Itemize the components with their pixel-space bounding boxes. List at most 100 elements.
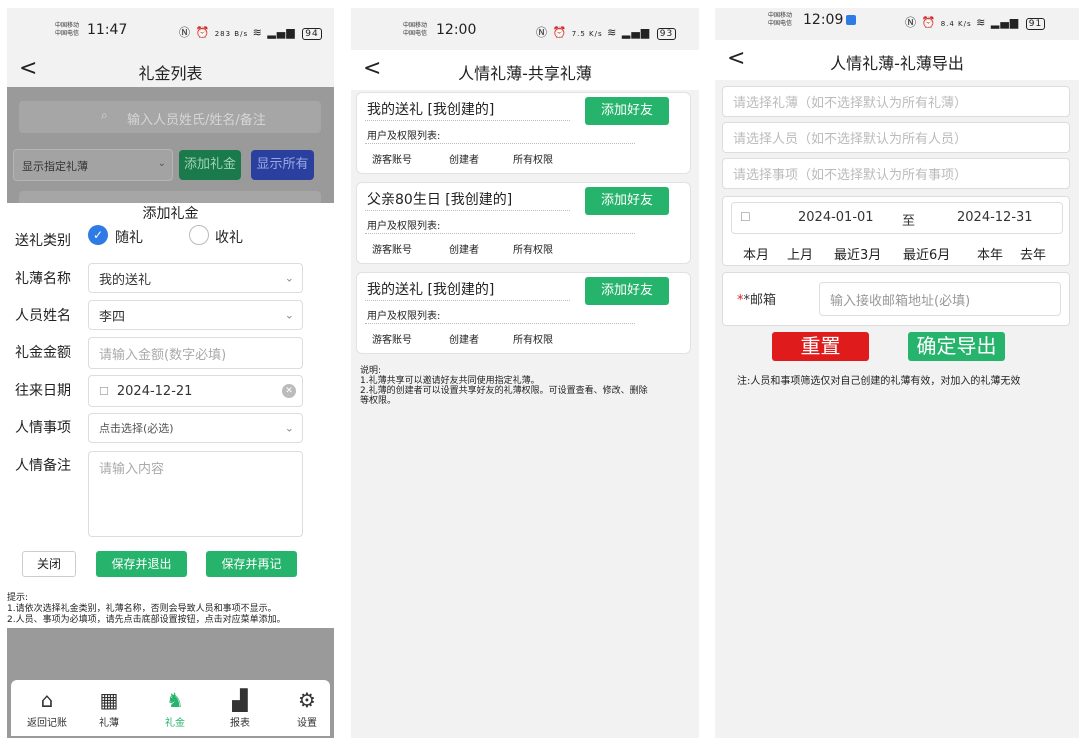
status-icons: Ⓝ ⏰ 8.4 K/s ≋ ▂▄▆ 91 xyxy=(905,14,1046,30)
permission-col: 所有权限 xyxy=(513,155,553,166)
radio-give-checked-icon[interactable]: ✓ xyxy=(88,225,108,245)
page-title: 人情礼薄-礼薄导出 xyxy=(830,54,964,73)
add-gift-money-button[interactable]: 添加礼金 xyxy=(179,150,241,180)
permission-list-label: 用户及权限列表: xyxy=(367,131,441,142)
person-select[interactable]: 李四 ⌄ xyxy=(88,300,303,330)
select-person-field[interactable]: 请选择人员（如不选择默认为所有人员） xyxy=(722,122,1070,153)
add-friend-button[interactable]: 添加好友 xyxy=(585,187,669,215)
option-receive-label[interactable]: 收礼 xyxy=(215,227,243,247)
permission-list-label: 用户及权限列表: xyxy=(367,221,441,232)
divider xyxy=(365,323,635,324)
show-all-button[interactable]: 显示所有 xyxy=(251,150,314,180)
amount-label: 礼金金额 xyxy=(15,345,71,361)
tab-label: 返回记账 xyxy=(27,718,67,729)
tab-back-to-bookkeeping[interactable]: ⌂ 返回记账 xyxy=(17,680,77,736)
range-this-year[interactable]: 本年 xyxy=(977,244,1003,263)
wifi-icon: ≋ xyxy=(607,26,618,39)
app-notification-icon xyxy=(846,15,857,25)
export-button[interactable]: 确定导出 xyxy=(908,332,1005,361)
email-section: **邮箱 输入接收邮箱地址(必填) xyxy=(722,272,1070,326)
note-line: 1.礼薄共享可以邀请好友共同使用指定礼薄。 xyxy=(360,376,540,386)
note-line: 2.礼薄的创建者可以设置共享好友的礼薄权限。可设置查看、修改、删除 xyxy=(360,386,648,396)
battery-indicator: 91 xyxy=(1025,18,1046,30)
remark-textarea[interactable]: 请输入内容 xyxy=(88,451,303,537)
tab-label: 报表 xyxy=(230,718,250,729)
status-icons: Ⓝ ⏰ 7.5 K/s ≋ ▂▄▆ 93 xyxy=(536,24,677,40)
gear-icon: ⚙ xyxy=(298,688,316,712)
creator-col: 创建者 xyxy=(449,335,479,346)
book-title: 我的送礼 [我创建的] xyxy=(367,282,495,298)
email-label: **邮箱 xyxy=(737,289,776,308)
battery-indicator: 93 xyxy=(656,28,677,40)
shared-book-card: 父亲80生日 [我创建的] 添加好友 用户及权限列表: 游客账号 创建者 所有权… xyxy=(356,182,691,264)
net-speed: 8.4 K/s xyxy=(940,20,972,28)
reset-button[interactable]: 重置 xyxy=(772,332,869,361)
tab-gift-books[interactable]: ▦ 礼薄 xyxy=(79,680,139,736)
tab-gift-money[interactable]: ♞ 礼金 xyxy=(145,680,205,736)
chevron-down-icon: ⌄ xyxy=(284,271,294,285)
tab-settings[interactable]: ⚙ 设置 xyxy=(277,680,334,736)
date-from: 2024-01-01 xyxy=(798,210,874,225)
permission-col: 所有权限 xyxy=(513,335,553,346)
alarm-icon: ⏰ xyxy=(921,16,937,29)
email-input[interactable]: 输入接收邮箱地址(必填) xyxy=(819,282,1061,316)
divider xyxy=(365,143,635,144)
person-label: 人员姓名 xyxy=(15,308,71,324)
book-value: 我的送礼 xyxy=(99,272,152,288)
event-select[interactable]: 点击选择(必选) ⌄ xyxy=(88,413,303,443)
alarm-icon: ⏰ xyxy=(195,26,211,39)
grid-icon: ▦ xyxy=(99,688,119,712)
book-filter-label: 显示指定礼薄 xyxy=(22,160,88,173)
alarm-icon: ⏰ xyxy=(552,26,568,39)
add-friend-button[interactable]: 添加好友 xyxy=(585,277,669,305)
save-exit-button[interactable]: 保存并退出 xyxy=(96,551,187,577)
search-placeholder: 输入人员姓氏/姓名/备注 xyxy=(127,113,266,128)
nfc-icon: Ⓝ xyxy=(536,26,548,39)
save-again-button[interactable]: 保存并再记 xyxy=(206,551,297,577)
book-title: 我的送礼 [我创建的] xyxy=(367,102,495,118)
select-book-field[interactable]: 请选择礼薄（如不选择默认为所有礼薄） xyxy=(722,86,1070,117)
date-to: 2024-12-31 xyxy=(957,210,1033,225)
chevron-down-icon: ⌄ xyxy=(157,158,166,169)
wifi-icon: ≋ xyxy=(252,26,263,39)
tip-line: 1.请依次选择礼金类别，礼薄名称，否则会导致人员和事项不显示。 xyxy=(7,604,277,614)
radio-receive[interactable] xyxy=(189,225,209,245)
clock: 11:47 xyxy=(87,22,128,38)
range-last-year[interactable]: 去年 xyxy=(1020,244,1046,263)
range-last-6-months[interactable]: 最近6月 xyxy=(903,244,950,263)
date-range-section: ☐ 2024-01-01 至 2024-12-31 xyxy=(722,196,1070,266)
date-range-picker[interactable]: ☐ 2024-01-01 至 2024-12-31 xyxy=(731,202,1063,234)
signal-icon: ▂▄▆ xyxy=(990,16,1020,29)
page-title: 人情礼薄-共享礼薄 xyxy=(458,64,592,83)
select-event-field[interactable]: 请选择事项（如不选择默认为所有事项） xyxy=(722,158,1070,189)
divider xyxy=(365,300,570,301)
option-give-label[interactable]: 随礼 xyxy=(115,227,143,247)
status-bar: 中国移动 中国电信 11:47 Ⓝ ⏰ 283 B/s ≋ ▂▄▆ 94 xyxy=(7,8,334,50)
select-event-placeholder: 请选择事项（如不选择默认为所有事项） xyxy=(733,168,968,183)
chevron-down-icon: ⌄ xyxy=(284,421,294,435)
clear-icon[interactable]: ✕ xyxy=(282,384,296,398)
search-input[interactable]: ⌕ 输入人员姓氏/姓名/备注 xyxy=(19,101,321,133)
close-button[interactable]: 关闭 xyxy=(22,551,76,577)
export-note: 注:人员和事项筛选仅对自己创建的礼薄有效，对加入的礼薄无效 xyxy=(737,376,1021,387)
carrier-2: 中国电信 xyxy=(768,20,793,27)
range-last-3-months[interactable]: 最近3月 xyxy=(834,244,881,263)
tab-reports[interactable]: ▟ 报表 xyxy=(210,680,270,736)
add-friend-button[interactable]: 添加好友 xyxy=(585,97,669,125)
range-this-month[interactable]: 本月 xyxy=(743,244,769,263)
date-picker[interactable]: ☐ 2024-12-21 ✕ xyxy=(88,375,303,407)
category-label: 送礼类别 xyxy=(15,233,71,249)
money-bag-icon: ♞ xyxy=(166,688,184,712)
carrier-1: 中国移动 xyxy=(768,12,793,19)
battery-indicator: 94 xyxy=(302,28,322,40)
book-filter-select[interactable]: 显示指定礼薄 ⌄ xyxy=(13,149,173,181)
tab-label: 礼薄 xyxy=(99,718,119,729)
amount-input[interactable]: 请输入金额(数字必填) xyxy=(88,337,303,369)
wifi-icon: ≋ xyxy=(976,16,987,29)
creator-col: 创建者 xyxy=(449,155,479,166)
book-select[interactable]: 我的送礼 ⌄ xyxy=(88,263,303,293)
dialog-tips: 提示: 1.请依次选择礼金类别，礼薄名称，否则会导致人员和事项不显示。 2.人员… xyxy=(7,593,334,626)
guest-account-col: 游客账号 xyxy=(372,335,412,346)
range-last-month[interactable]: 上月 xyxy=(787,244,813,263)
note-line: 说明: xyxy=(360,366,382,376)
